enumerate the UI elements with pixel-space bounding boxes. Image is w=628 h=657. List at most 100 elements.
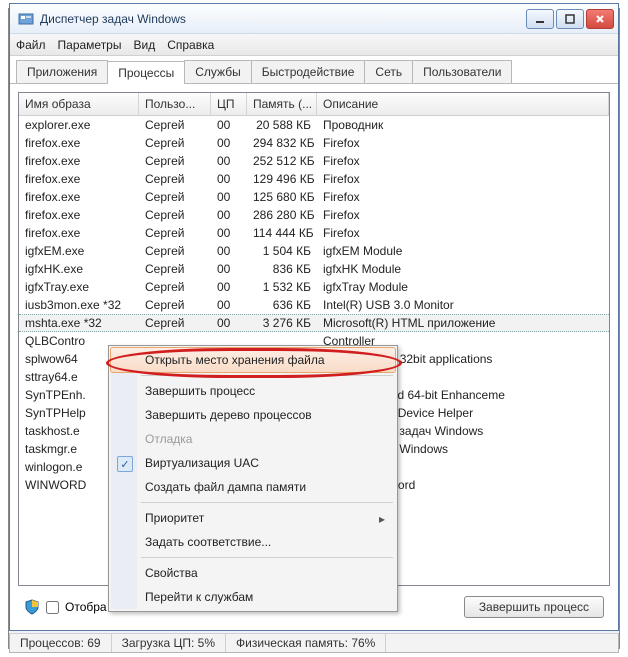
cell-cpu: 00 [211,118,247,132]
cell-desc: igfxEM Module [317,244,609,258]
cell-img: firefox.exe [19,226,139,240]
cell-desc: Проводник [317,118,609,132]
maximize-button[interactable] [556,9,584,29]
title-bar[interactable]: Диспетчер задач Windows [10,4,618,34]
cell-mem: 114 444 КБ [247,226,317,240]
cell-cpu: 00 [211,280,247,294]
cell-desc: Intel(R) USB 3.0 Monitor [317,298,609,312]
show-all-users-checkbox[interactable] [46,601,59,614]
cell-user: Сергей [139,136,211,150]
cell-desc: Firefox [317,190,609,204]
cell-img: igfxTray.exe [19,280,139,294]
cell-mem: 129 496 КБ [247,172,317,186]
cell-img: firefox.exe [19,136,139,150]
col-user[interactable]: Пользо... [139,93,211,115]
window-title: Диспетчер задач Windows [40,12,526,26]
cell-desc: Firefox [317,208,609,222]
tab-performance[interactable]: Быстродействие [251,60,366,83]
end-process-button[interactable]: Завершить процесс [464,596,604,618]
table-row[interactable]: explorer.exeСергей0020 588 КБПроводник [19,116,609,134]
menu-options[interactable]: Параметры [58,38,122,52]
tab-services[interactable]: Службы [184,60,251,83]
cell-user: Сергей [139,280,211,294]
status-cpu-value: 5% [198,636,215,650]
table-row[interactable]: firefox.exeСергей00125 680 КБFirefox [19,188,609,206]
cell-desc: Microsoft(R) HTML приложение [317,316,609,330]
cell-user: Сергей [139,208,211,222]
table-row[interactable]: firefox.exeСергей00252 512 КБFirefox [19,152,609,170]
status-mem-label: Физическая память: [236,636,348,650]
column-headers[interactable]: Имя образа Пользо... ЦП Память (... Опис… [19,93,609,116]
process-context-menu: Открыть место хранения файла Завершить п… [108,345,398,612]
cell-cpu: 00 [211,154,247,168]
menu-view[interactable]: Вид [133,38,155,52]
table-row[interactable]: igfxHK.exeСергей00836 КБigfxHK Module [19,260,609,278]
tab-applications[interactable]: Приложения [16,60,108,83]
cell-mem: 1 504 КБ [247,244,317,258]
cell-mem: 20 588 КБ [247,118,317,132]
cell-cpu: 00 [211,172,247,186]
cell-cpu: 00 [211,298,247,312]
cell-mem: 636 КБ [247,298,317,312]
col-memory[interactable]: Память (... [247,93,317,115]
cm-uac-virtualization[interactable]: ✓Виртуализация UAC [111,451,395,475]
table-row[interactable]: firefox.exeСергей00129 496 КБFirefox [19,170,609,188]
cell-user: Сергей [139,154,211,168]
close-button[interactable] [586,9,614,29]
cm-properties[interactable]: Свойства [111,561,395,585]
table-row[interactable]: igfxTray.exeСергей001 532 КБigfxTray Mod… [19,278,609,296]
cell-cpu: 00 [211,190,247,204]
cell-cpu: 00 [211,208,247,222]
table-row[interactable]: firefox.exeСергей00114 444 КБFirefox [19,224,609,242]
cm-end-process[interactable]: Завершить процесс [111,379,395,403]
cell-cpu: 00 [211,136,247,150]
cell-mem: 286 280 КБ [247,208,317,222]
cell-user: Сергей [139,190,211,204]
cell-desc: Firefox [317,226,609,240]
cell-mem: 1 532 КБ [247,280,317,294]
cm-goto-services[interactable]: Перейти к службам [111,585,395,609]
menu-bar: Файл Параметры Вид Справка [10,34,618,56]
cell-mem: 294 832 КБ [247,136,317,150]
status-mem-value: 76% [351,636,375,650]
cell-user: Сергей [139,262,211,276]
table-row[interactable]: igfxEM.exeСергей001 504 КБigfxEM Module [19,242,609,260]
col-description[interactable]: Описание [317,93,609,115]
col-image[interactable]: Имя образа [19,93,139,115]
minimize-button[interactable] [526,9,554,29]
cm-open-file-location[interactable]: Открыть место хранения файла [110,347,396,373]
tab-processes[interactable]: Процессы [107,61,185,84]
cm-create-dump[interactable]: Создать файл дампа памяти [111,475,395,499]
status-proc-label: Процессов: [20,636,84,650]
uac-shield-icon [24,599,40,615]
cell-desc: igfxTray Module [317,280,609,294]
check-icon: ✓ [117,456,133,472]
cell-user: Сергей [139,244,211,258]
cell-img: firefox.exe [19,172,139,186]
table-row[interactable]: firefox.exeСергей00294 832 КБFirefox [19,134,609,152]
status-bar: Процессов: 69 Загрузка ЦП: 5% Физическая… [9,633,619,653]
cm-set-affinity[interactable]: Задать соответствие... [111,530,395,554]
cell-desc: Firefox [317,172,609,186]
menu-help[interactable]: Справка [167,38,214,52]
menu-file[interactable]: Файл [16,38,46,52]
cell-img: firefox.exe [19,208,139,222]
table-row[interactable]: mshta.exe *32Сергей003 276 КБMicrosoft(R… [19,314,609,332]
cell-img: igfxHK.exe [19,262,139,276]
cell-user: Сергей [139,118,211,132]
cell-user: Сергей [139,172,211,186]
col-cpu[interactable]: ЦП [211,93,247,115]
tab-network[interactable]: Сеть [364,60,413,83]
table-row[interactable]: firefox.exeСергей00286 280 КБFirefox [19,206,609,224]
table-row[interactable]: iusb3mon.exe *32Сергей00636 КБIntel(R) U… [19,296,609,314]
cm-end-process-tree[interactable]: Завершить дерево процессов [111,403,395,427]
cell-mem: 125 680 КБ [247,190,317,204]
cell-img: firefox.exe [19,190,139,204]
tab-users[interactable]: Пользователи [412,60,512,83]
cm-priority[interactable]: Приоритет▸ [111,506,395,530]
cell-desc: Firefox [317,154,609,168]
cell-user: Сергей [139,226,211,240]
cell-mem: 252 512 КБ [247,154,317,168]
show-all-label: Отобра [65,600,107,614]
cm-debug: Отладка [111,427,395,451]
